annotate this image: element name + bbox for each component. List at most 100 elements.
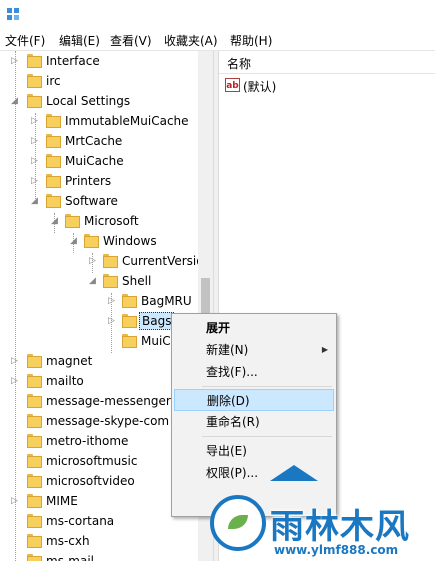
tree-item-label: CurrentVersio <box>122 254 204 268</box>
tree-item-label: ms-mail <box>46 554 94 561</box>
folder-icon <box>27 54 42 68</box>
tree-item-label: microsoftvideo <box>46 474 135 488</box>
watermark-logo-icon <box>210 495 266 551</box>
tree-item[interactable]: ms-cxh <box>0 531 200 551</box>
tree-item[interactable]: ▷ CurrentVersio <box>0 251 204 271</box>
expand-arrow-icon[interactable]: ▷ <box>10 371 19 391</box>
menu-item-new[interactable]: 新建(N) ▶ <box>174 339 334 361</box>
tree-item-label: ms-cortana <box>46 514 115 528</box>
tree-item-label: Local Settings <box>46 94 131 108</box>
tree-item-label: MIME <box>46 494 78 508</box>
menu-file[interactable]: 文件(F) <box>5 32 45 49</box>
menu-item-label: 查找(F)... <box>206 365 258 379</box>
expand-arrow-icon[interactable]: ▷ <box>30 151 39 171</box>
folder-icon <box>46 134 61 148</box>
tree-item[interactable]: metro-ithome <box>0 431 200 451</box>
tree-item-label: MuiCache <box>65 154 124 168</box>
folder-icon <box>46 174 61 188</box>
tree-item-label: mailto <box>46 374 84 388</box>
collapse-arrow-icon[interactable]: ◢ <box>50 211 59 231</box>
tree-item[interactable]: ▷ ImmutableMuiCache <box>0 111 200 131</box>
tree-item-label: message-messenger <box>46 394 171 408</box>
column-header-name[interactable]: 名称 <box>227 55 251 72</box>
expand-arrow-icon[interactable]: ▷ <box>30 171 39 191</box>
tree-item-label: Shell <box>122 274 152 288</box>
collapse-arrow-icon[interactable]: ◢ <box>30 191 39 211</box>
tree-item[interactable]: ◢ Local Settings <box>0 91 200 111</box>
menu-item-label: 删除(D) <box>207 394 250 408</box>
watermark-url: www.ylmf888.com <box>274 543 399 557</box>
folder-icon <box>27 454 42 468</box>
submenu-arrow-icon: ▶ <box>321 345 328 354</box>
tree-item[interactable]: microsoftmusic <box>0 451 200 471</box>
menu-item-label: 展开 <box>206 321 231 335</box>
tree-item-label: metro-ithome <box>46 434 129 448</box>
tree-item-label: Microsoft <box>84 214 139 228</box>
expand-arrow-icon[interactable]: ▷ <box>107 291 116 311</box>
folder-icon <box>27 514 42 528</box>
tree-item[interactable]: ◢ Windows <box>0 231 200 251</box>
string-value-icon: ab <box>225 78 240 92</box>
expand-arrow-icon[interactable]: ▷ <box>88 251 97 271</box>
menu-item-rename[interactable]: 重命名(R) <box>174 411 334 433</box>
tree-item[interactable]: microsoftvideo <box>0 471 200 491</box>
value-name: (默认) <box>243 80 277 94</box>
folder-icon <box>27 434 42 448</box>
tree-item[interactable]: ▷ MIME <box>0 491 200 511</box>
tree-item[interactable]: message-messenger <box>0 391 200 411</box>
tree-item-label: MrtCache <box>65 134 123 148</box>
menu-edit[interactable]: 编辑(E) <box>59 32 100 49</box>
menu-item-find[interactable]: 查找(F)... <box>174 361 334 383</box>
tree-item[interactable]: ▷ Printers <box>0 171 200 191</box>
menu-item-delete[interactable]: 删除(D) <box>174 389 334 411</box>
tree-item[interactable]: ms-cortana <box>0 511 200 531</box>
tree-item-label: message-skype-com <box>46 414 170 428</box>
expand-arrow-icon[interactable]: ▷ <box>30 131 39 151</box>
menu-separator <box>202 436 332 437</box>
folder-icon <box>27 74 42 88</box>
tree-item[interactable]: irc <box>0 71 200 91</box>
title-bar <box>0 0 435 30</box>
tree-item[interactable]: ▷ MrtCache <box>0 131 200 151</box>
tree-item[interactable]: message-skype-com <box>0 411 200 431</box>
tree-item-selected[interactable]: ▷ Bags <box>0 311 200 331</box>
tree-item[interactable]: ▷ BagMRU <box>0 291 200 311</box>
menu-view[interactable]: 查看(V) <box>110 32 152 49</box>
tree-item[interactable]: ms-mail <box>0 551 200 561</box>
tree-item-label: Interface <box>46 54 100 68</box>
tree-item-label: Bags <box>139 312 175 330</box>
registry-editor-icon <box>7 8 19 20</box>
tree-item[interactable]: MuiC <box>0 331 200 351</box>
menu-help[interactable]: 帮助(H) <box>230 32 272 49</box>
tree-item[interactable]: ▷ Interface <box>0 51 200 71</box>
folder-icon <box>46 194 61 208</box>
expand-arrow-icon[interactable]: ▷ <box>10 491 19 511</box>
collapse-arrow-icon[interactable]: ◢ <box>88 271 97 291</box>
folder-icon <box>27 94 42 108</box>
collapse-arrow-icon[interactable]: ◢ <box>10 91 19 111</box>
tree-item-label: microsoftmusic <box>46 454 138 468</box>
tree-item-label: ImmutableMuiCache <box>65 114 189 128</box>
menu-separator <box>202 386 332 387</box>
folder-icon <box>27 534 42 548</box>
column-header[interactable]: 名称 <box>219 51 435 74</box>
collapse-arrow-icon[interactable]: ◢ <box>69 231 78 251</box>
tree-item[interactable]: ◢ Software <box>0 191 200 211</box>
expand-arrow-icon[interactable]: ▷ <box>30 111 39 131</box>
folder-icon <box>84 234 99 248</box>
folder-icon <box>103 274 118 288</box>
tree-item[interactable]: ▷ MuiCache <box>0 151 200 171</box>
tree-item[interactable]: ▷ magnet <box>0 351 200 371</box>
expand-arrow-icon[interactable]: ▷ <box>10 351 19 371</box>
tree-item[interactable]: ◢ Microsoft <box>0 211 200 231</box>
tree-item[interactable]: ▷ mailto <box>0 371 200 391</box>
menu-item-expand[interactable]: 展开 <box>174 317 334 339</box>
menu-item-export[interactable]: 导出(E) <box>174 440 334 462</box>
folder-icon <box>65 214 80 228</box>
folder-icon <box>27 354 42 368</box>
expand-arrow-icon[interactable]: ▷ <box>107 311 116 331</box>
expand-arrow-icon[interactable]: ▷ <box>10 51 19 71</box>
tree-item[interactable]: ◢ Shell <box>0 271 200 291</box>
folder-icon <box>103 254 118 268</box>
menu-favorites[interactable]: 收藏夹(A) <box>164 32 218 49</box>
